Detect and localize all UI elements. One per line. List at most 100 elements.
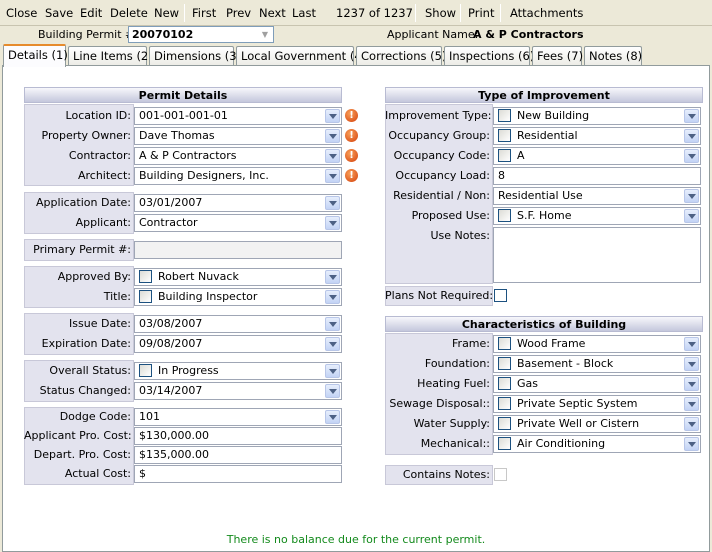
mechanical-field[interactable]: Air Conditioning <box>493 435 701 453</box>
lookup-icon[interactable] <box>498 416 511 430</box>
status-changed-field[interactable]: 03/14/2007 <box>134 382 342 400</box>
lookup-icon[interactable] <box>498 108 511 122</box>
use-notes-field[interactable] <box>493 227 701 283</box>
permit-number-field[interactable]: 20070102 ▼ <box>128 26 274 43</box>
edit-menu[interactable]: Edit <box>80 6 102 20</box>
chevron-down-icon[interactable] <box>684 337 699 351</box>
chevron-down-icon[interactable] <box>325 337 340 351</box>
actual-cost-field[interactable]: $ <box>134 465 342 483</box>
tab-dimensions[interactable]: Dimensions (3) <box>149 46 241 66</box>
tab-corrections[interactable]: Corrections (5) <box>356 46 446 66</box>
new-menu[interactable]: New <box>154 6 179 20</box>
residential-non-label: Residential / Non: <box>393 189 490 202</box>
lookup-icon[interactable] <box>498 208 511 222</box>
occupancy-load-field[interactable]: 8 <box>493 167 701 185</box>
tab-inspections[interactable]: Inspections (6) <box>444 46 534 66</box>
lookup-icon[interactable] <box>498 356 511 370</box>
contains-notes-checkbox[interactable] <box>494 468 507 481</box>
depart-cost-field[interactable]: $135,000.00 <box>134 446 342 464</box>
delete-menu[interactable]: Delete <box>110 6 148 20</box>
tab-line-items[interactable]: Line Items (2) <box>68 46 153 66</box>
chevron-down-icon[interactable] <box>325 109 340 123</box>
show-menu[interactable]: Show <box>425 6 456 20</box>
lookup-icon[interactable] <box>498 336 511 350</box>
expiration-date-field[interactable]: 09/08/2007 <box>134 335 342 353</box>
chevron-down-icon[interactable] <box>684 397 699 411</box>
tab-local-government[interactable]: Local Government (4) <box>236 46 366 66</box>
chevron-down-icon[interactable] <box>325 410 340 424</box>
heating-fuel-label: Heating Fuel: <box>417 377 490 390</box>
chevron-down-icon[interactable] <box>325 149 340 163</box>
occupancy-code-field[interactable]: A <box>493 147 701 165</box>
applicant-field[interactable]: Contractor <box>134 214 342 232</box>
lookup-icon[interactable] <box>498 148 511 162</box>
primary-permit-label: Primary Permit #: <box>33 243 131 256</box>
print-menu[interactable]: Print <box>468 6 494 20</box>
chevron-down-icon[interactable] <box>325 129 340 143</box>
frame-field[interactable]: Wood Frame <box>493 335 701 353</box>
attachments-menu[interactable]: Attachments <box>510 6 583 20</box>
last-record-button[interactable]: Last <box>292 6 316 20</box>
sewage-disposal-field[interactable]: Private Septic System <box>493 395 701 413</box>
chevron-down-icon[interactable] <box>325 169 340 183</box>
chevron-down-icon[interactable] <box>684 209 699 223</box>
contractor-value: A & P Contractors <box>139 149 237 162</box>
chevron-down-icon[interactable] <box>684 377 699 391</box>
location-id-field[interactable]: 001-001-001-01 <box>134 107 342 125</box>
warning-icon: ! <box>345 169 358 182</box>
property-owner-value: Dave Thomas <box>139 129 215 142</box>
lookup-icon[interactable] <box>139 363 152 377</box>
first-record-button[interactable]: First <box>192 6 216 20</box>
application-date-field[interactable]: 03/01/2007 <box>134 194 342 212</box>
residential-non-field[interactable]: Residential Use <box>493 187 701 205</box>
heating-fuel-field[interactable]: Gas <box>493 375 701 393</box>
chevron-down-icon[interactable] <box>325 317 340 331</box>
lookup-icon[interactable] <box>498 128 511 142</box>
improvement-type-value: New Building <box>517 109 590 122</box>
lookup-icon[interactable] <box>139 289 152 303</box>
plans-not-required-label: Plans Not Required: <box>385 289 494 302</box>
architect-field[interactable]: Building Designers, Inc. <box>134 167 342 185</box>
chevron-down-icon[interactable] <box>684 417 699 431</box>
record-counter: 1237 of 1237 <box>336 6 413 20</box>
foundation-field[interactable]: Basement - Block <box>493 355 701 373</box>
primary-permit-field[interactable] <box>134 241 342 259</box>
occupancy-group-field[interactable]: Residential <box>493 127 701 145</box>
chevron-down-icon[interactable] <box>325 384 340 398</box>
chevron-down-icon[interactable] <box>684 357 699 371</box>
next-record-button[interactable]: Next <box>259 6 286 20</box>
chevron-down-icon[interactable] <box>325 364 340 378</box>
chevron-down-icon[interactable]: ▼ <box>258 28 272 41</box>
property-owner-field[interactable]: Dave Thomas <box>134 127 342 145</box>
tab-notes[interactable]: Notes (8) <box>584 46 642 66</box>
chevron-down-icon[interactable] <box>325 290 340 304</box>
chevron-down-icon[interactable] <box>684 129 699 143</box>
lookup-icon[interactable] <box>498 376 511 390</box>
chevron-down-icon[interactable] <box>325 270 340 284</box>
applicant-cost-field[interactable]: $130,000.00 <box>134 427 342 445</box>
lookup-icon[interactable] <box>139 269 152 283</box>
chevron-down-icon[interactable] <box>684 109 699 123</box>
prev-record-button[interactable]: Prev <box>226 6 251 20</box>
chevron-down-icon[interactable] <box>325 216 340 230</box>
contractor-field[interactable]: A & P Contractors <box>134 147 342 165</box>
water-supply-field[interactable]: Private Well or Cistern <box>493 415 701 433</box>
lookup-icon[interactable] <box>498 436 511 450</box>
dodge-code-field[interactable]: 101 <box>134 408 342 426</box>
plans-not-required-checkbox[interactable] <box>494 289 507 302</box>
improvement-type-field[interactable]: New Building <box>493 107 701 125</box>
chevron-down-icon[interactable] <box>325 196 340 210</box>
save-menu[interactable]: Save <box>45 6 73 20</box>
title-field[interactable]: Building Inspector <box>134 288 342 306</box>
lookup-icon[interactable] <box>498 396 511 410</box>
close-menu[interactable]: Close <box>6 6 37 20</box>
chevron-down-icon[interactable] <box>684 149 699 163</box>
chevron-down-icon[interactable] <box>684 189 699 203</box>
proposed-use-field[interactable]: S.F. Home <box>493 207 701 225</box>
chevron-down-icon[interactable] <box>684 437 699 451</box>
overall-status-field[interactable]: In Progress <box>134 362 342 380</box>
tab-fees[interactable]: Fees (7) <box>532 46 583 66</box>
issue-date-field[interactable]: 03/08/2007 <box>134 315 342 333</box>
approved-by-field[interactable]: Robert Nuvack <box>134 268 342 286</box>
tab-details[interactable]: Details (1) <box>3 44 68 67</box>
